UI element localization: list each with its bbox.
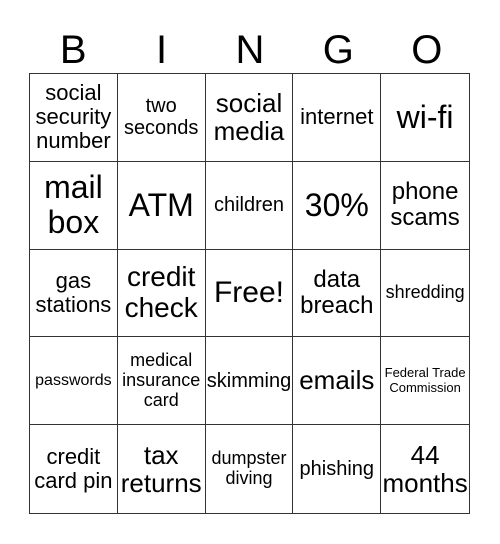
bingo-card: social security number two seconds socia…: [29, 73, 470, 514]
header-letter-i: I: [156, 28, 168, 72]
bingo-cell[interactable]: data breach: [293, 249, 382, 338]
header-letter-b: B: [59, 28, 87, 72]
bingo-cell[interactable]: 30%: [293, 161, 382, 250]
bingo-cell[interactable]: social media: [205, 74, 294, 162]
bingo-cell[interactable]: wi-fi: [381, 74, 469, 162]
bingo-cell[interactable]: credit card pin: [30, 425, 118, 513]
bingo-cell[interactable]: dumpster diving: [206, 425, 294, 513]
bingo-cell[interactable]: shredding: [381, 250, 469, 338]
bingo-cell[interactable]: ATM: [117, 161, 206, 250]
bingo-cell[interactable]: phone scams: [381, 162, 469, 250]
bingo-cell[interactable]: internet: [293, 74, 382, 162]
header-letter-g: G: [322, 28, 354, 72]
bingo-cell[interactable]: tax returns: [118, 425, 206, 513]
header-letter-o: O: [411, 28, 443, 72]
bingo-cell[interactable]: passwords: [30, 337, 118, 426]
bingo-cell[interactable]: Federal Trade Commission: [381, 337, 469, 426]
bingo-cell[interactable]: emails: [293, 337, 382, 426]
bingo-header: B I N G O: [29, 28, 471, 72]
bingo-cell[interactable]: social security number: [30, 74, 118, 162]
bingo-cell[interactable]: phishing: [293, 425, 382, 513]
bingo-cell[interactable]: gas stations: [30, 249, 118, 338]
bingo-cell[interactable]: two seconds: [117, 74, 206, 162]
header-letter-n: N: [235, 28, 265, 72]
bingo-cell[interactable]: medical insurance card: [117, 337, 206, 426]
bingo-cell[interactable]: mail box: [30, 161, 118, 250]
bingo-cell[interactable]: skimming: [205, 337, 294, 426]
free-space[interactable]: Free!: [205, 249, 294, 338]
bingo-cell[interactable]: credit check: [117, 249, 206, 338]
bingo-cell[interactable]: 44 months: [381, 425, 469, 513]
bingo-cell[interactable]: children: [205, 161, 294, 250]
